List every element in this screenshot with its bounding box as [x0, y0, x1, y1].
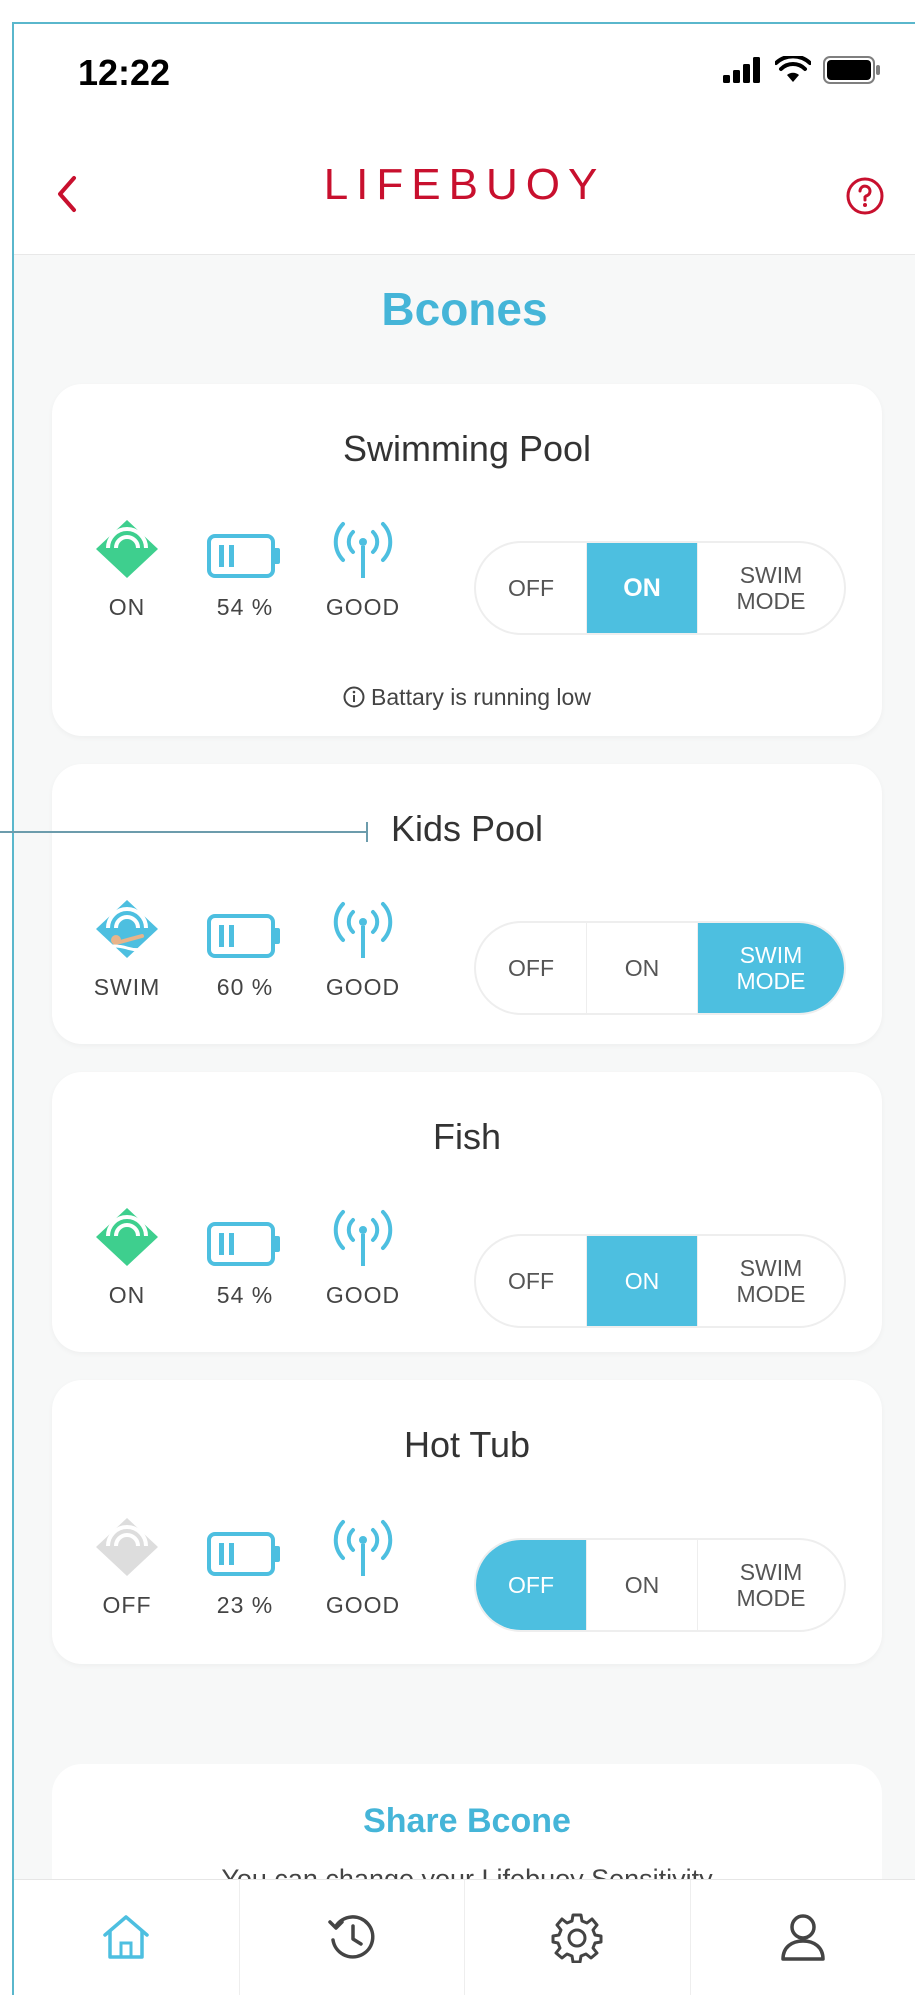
- signal-antenna-icon: [308, 514, 418, 580]
- bcone-name: Swimming Pool: [342, 428, 592, 469]
- bcone-status-label: ON: [108, 594, 146, 620]
- app-logo: LIFEBUOY: [323, 160, 606, 209]
- mode-swim-button[interactable]: SWIM MODE: [698, 543, 844, 633]
- bcone-signal: GOOD: [308, 514, 418, 621]
- settings-icon: [551, 1911, 603, 1968]
- bcone-battery-label: 54 %: [216, 594, 274, 620]
- mode-swim-button[interactable]: SWIM MODE: [698, 923, 844, 1013]
- bcone-signal: GOOD: [308, 1202, 418, 1309]
- signal-antenna-icon: [308, 1512, 418, 1578]
- app-header: LIFEBUOY: [14, 134, 915, 255]
- bcone-name: Kids Pool: [390, 808, 544, 849]
- tab-profile[interactable]: [691, 1880, 915, 1995]
- status-icons: [723, 54, 881, 89]
- mode-toggle: OFF ON SWIM MODE: [474, 541, 846, 635]
- profile-icon: [780, 1913, 826, 1966]
- status-time: 12:22: [78, 52, 171, 93]
- status-bar: 12:22: [14, 24, 915, 134]
- bcone-signal: GOOD: [308, 1512, 418, 1619]
- bcone-card-kids-pool: Kids Pool SWIM 60 % GOOD OFF ON SWIM MOD…: [52, 764, 882, 1044]
- mode-toggle: OFF ON SWIM MODE: [474, 921, 846, 1015]
- bcone-name: Fish: [432, 1116, 501, 1157]
- bcone-status: ON: [72, 514, 182, 621]
- bcone-card-swimming-pool: Swimming Pool ON 54 % GOOD OFF ON SWIM M…: [52, 384, 882, 736]
- bcone-status: ON: [72, 1202, 182, 1309]
- bcone-signal-label: GOOD: [325, 1282, 401, 1308]
- annotation-line: [0, 831, 368, 833]
- bcone-off-icon: [72, 1512, 182, 1578]
- tab-history[interactable]: [240, 1880, 465, 1995]
- mode-on-button[interactable]: ON: [587, 1236, 698, 1326]
- bcone-signal: GOOD: [308, 894, 418, 1001]
- mode-off-button[interactable]: OFF: [476, 1540, 587, 1630]
- bcone-status-label: SWIM: [93, 974, 161, 1000]
- bcone-on-icon: [72, 514, 182, 580]
- bcone-status-label: ON: [108, 1282, 146, 1308]
- bcone-card-fish: Fish ON 54 % GOOD OFF ON SWIM MODE: [52, 1072, 882, 1352]
- bcone-battery-label: 60 %: [216, 974, 274, 1000]
- phone-frame: 12:22 LIFEBUOY Bcones Swimming Pool ON 5…: [12, 22, 915, 1995]
- bcone-status: SWIM: [72, 894, 182, 1001]
- bcone-battery-label: 23 %: [216, 1592, 274, 1618]
- battery-icon: [190, 1202, 300, 1268]
- mode-on-button[interactable]: ON: [587, 1540, 698, 1630]
- info-icon: [343, 686, 365, 714]
- battery-icon: [190, 1512, 300, 1578]
- bottom-tab-bar: [14, 1879, 915, 1995]
- bcone-warning-text: Battary is running low: [371, 684, 591, 710]
- battery-icon: [190, 894, 300, 960]
- page-title: Bcones: [381, 283, 548, 335]
- bcone-battery: 54 %: [190, 1202, 300, 1309]
- bcone-signal-label: GOOD: [325, 974, 401, 1000]
- mode-swim-button[interactable]: SWIM MODE: [698, 1236, 844, 1326]
- signal-antenna-icon: [308, 1202, 418, 1268]
- bcone-battery: 60 %: [190, 894, 300, 1001]
- annotation-tick: [366, 822, 368, 842]
- help-circle-icon[interactable]: [845, 176, 885, 216]
- bcone-on-icon: [72, 1202, 182, 1268]
- bcone-swim-icon: [72, 894, 182, 960]
- bcone-battery: 23 %: [190, 1512, 300, 1619]
- bcone-signal-label: GOOD: [325, 594, 401, 620]
- share-title: Share Bcone: [363, 1802, 571, 1840]
- tab-settings[interactable]: [465, 1880, 691, 1995]
- wifi-icon: [774, 54, 812, 89]
- mode-off-button[interactable]: OFF: [476, 1236, 587, 1326]
- bcone-warning: Battary is running low: [52, 684, 882, 714]
- mode-off-button[interactable]: OFF: [476, 543, 587, 633]
- bcone-name: Hot Tub: [403, 1424, 531, 1465]
- signal-antenna-icon: [308, 894, 418, 960]
- bcone-status: OFF: [72, 1512, 182, 1619]
- bcone-battery-label: 54 %: [216, 1282, 274, 1308]
- mode-swim-button[interactable]: SWIM MODE: [698, 1540, 844, 1630]
- mode-on-button[interactable]: ON: [587, 923, 698, 1013]
- signal-icon: [723, 57, 763, 88]
- history-icon: [327, 1912, 377, 1967]
- mode-on-button[interactable]: ON: [587, 543, 698, 633]
- tab-home[interactable]: [14, 1880, 240, 1995]
- mode-toggle: OFF ON SWIM MODE: [474, 1538, 846, 1632]
- bcone-status-label: OFF: [102, 1592, 152, 1618]
- bcone-battery: 54 %: [190, 514, 300, 621]
- mode-toggle: OFF ON SWIM MODE: [474, 1234, 846, 1328]
- bcone-card-hot-tub: Hot Tub OFF 23 % GOOD OFF ON SWIM MODE: [52, 1380, 882, 1664]
- mode-off-button[interactable]: OFF: [476, 923, 587, 1013]
- bcone-signal-label: GOOD: [325, 1592, 401, 1618]
- battery-icon: [190, 514, 300, 580]
- battery-icon: [823, 56, 881, 89]
- home-icon: [101, 1913, 151, 1966]
